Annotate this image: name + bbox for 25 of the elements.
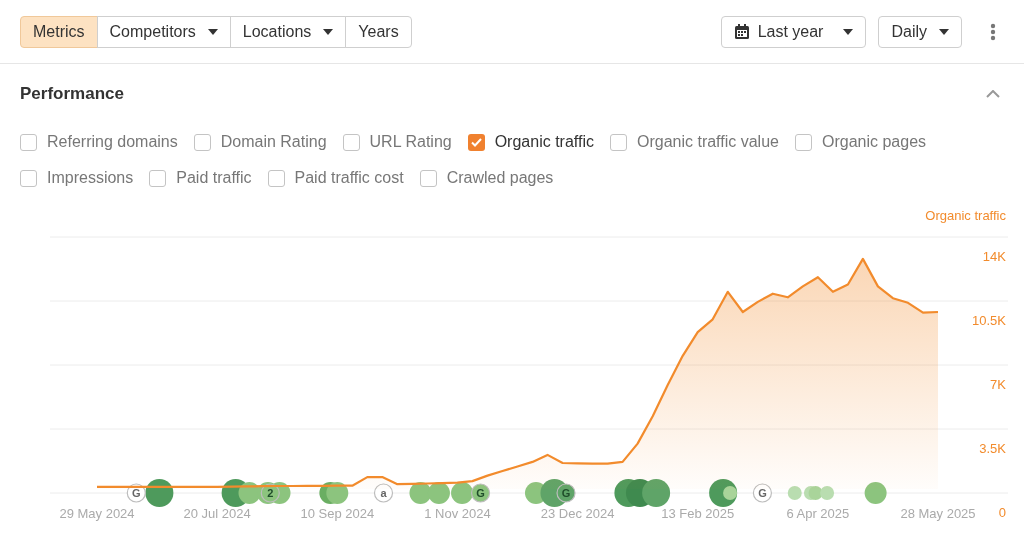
checkbox-label: Organic traffic value	[636, 132, 779, 152]
y-axis-label: 14K	[982, 249, 1006, 264]
checkbox-label: Paid traffic	[176, 168, 252, 188]
checkbox-label: URL Rating	[369, 132, 452, 152]
checkbox-label: Organic traffic	[494, 132, 594, 152]
y-axis-label: 3.5K	[979, 441, 1006, 456]
x-axis-label: 23 Dec 2024	[540, 506, 615, 521]
section-title: Performance	[20, 83, 124, 106]
x-axis-label: 29 May 2024	[59, 506, 135, 521]
x-axis-label: 20 Jul 2024	[183, 506, 251, 521]
x-axis-label: 10 Sep 2024	[300, 506, 375, 521]
checkbox-label: Crawled pages	[446, 168, 554, 188]
x-axis-label: 13 Feb 2025	[661, 506, 735, 521]
x-axis-label: 1 Nov 2024	[424, 506, 491, 521]
x-axis-label: 6 Apr 2025	[786, 506, 850, 521]
x-axis-label: 28 May 2025	[900, 506, 976, 521]
y-axis-label: 7K	[990, 377, 1006, 392]
checkbox-label: Domain Rating	[220, 132, 327, 152]
axis-title: Organic traffic	[925, 208, 1006, 223]
checkbox-label: Impressions	[47, 168, 134, 188]
checkbox-label: Paid traffic cost	[294, 168, 404, 188]
y-axis-label: 10.5K	[972, 313, 1006, 328]
y-axis-label: 0	[998, 505, 1006, 520]
checkbox-label: Referring domains	[47, 132, 178, 152]
checkbox-label: Organic pages	[821, 132, 927, 152]
